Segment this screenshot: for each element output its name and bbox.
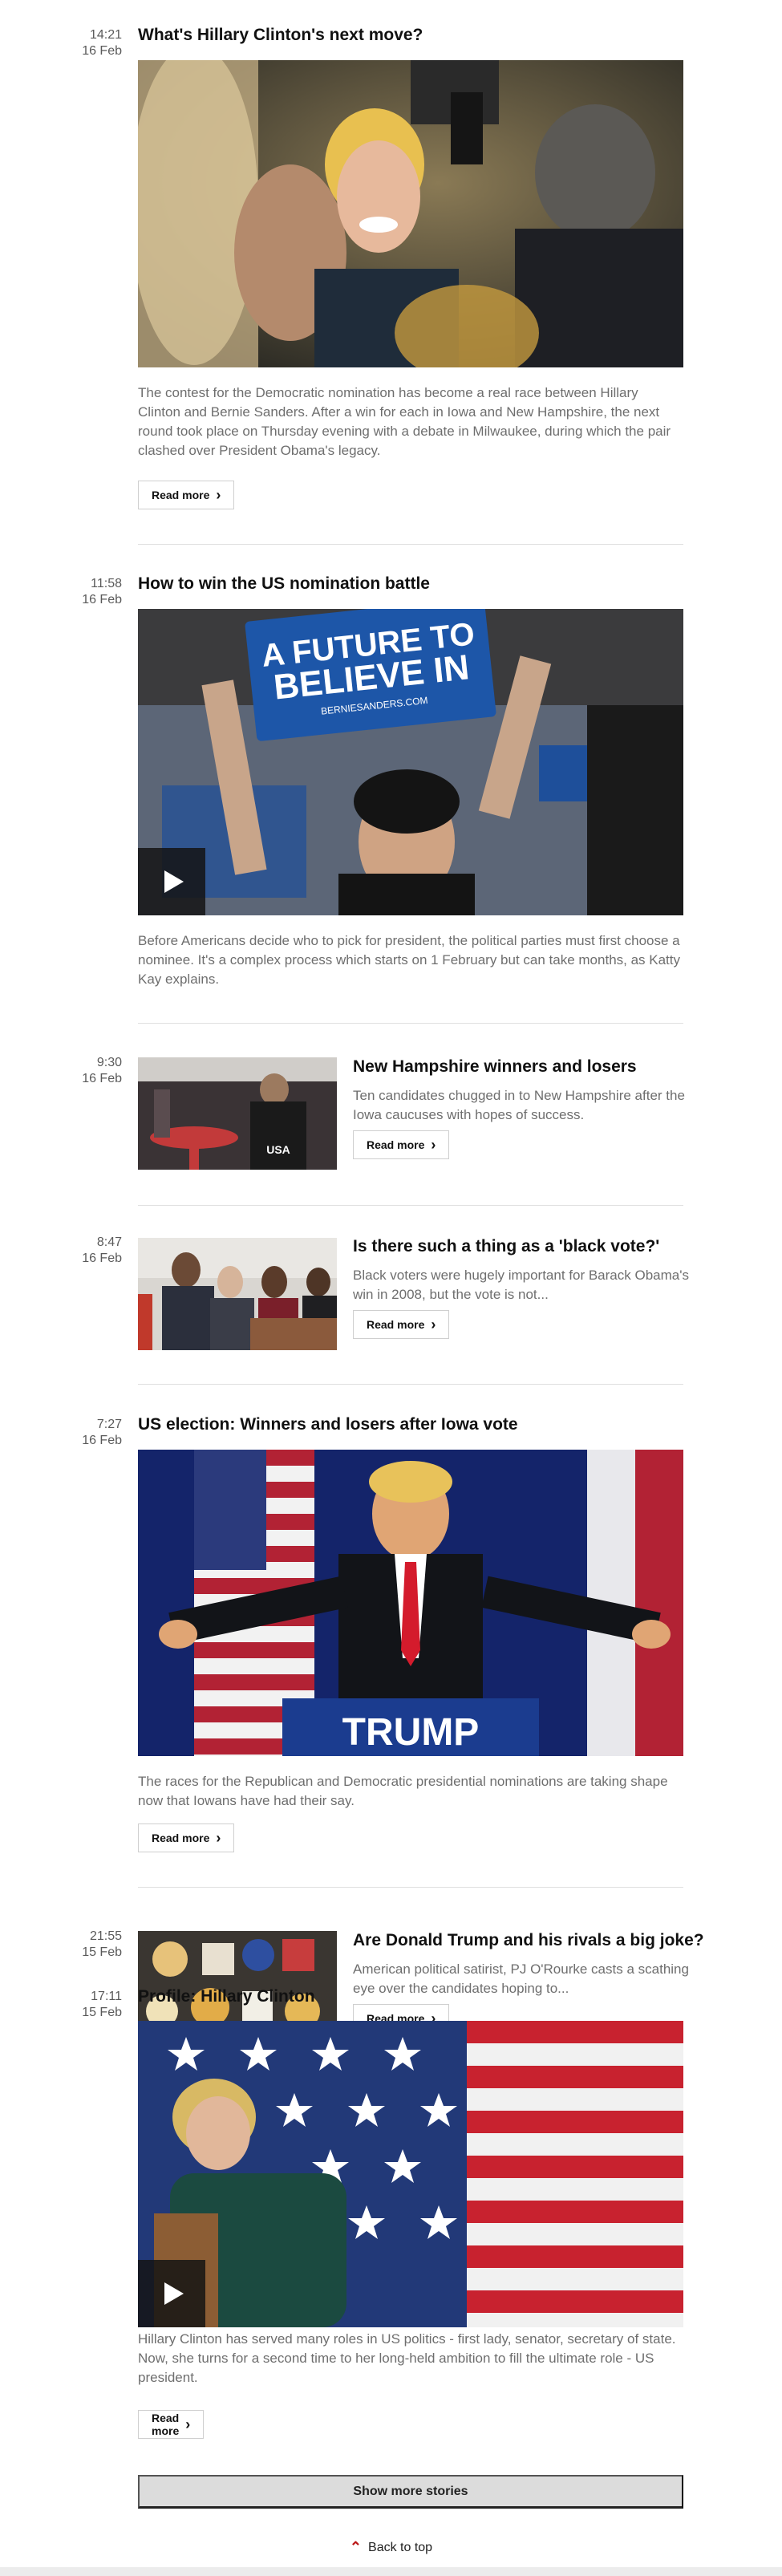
story-time: 7:27: [96, 1418, 122, 1431]
story-time: 21:55: [89, 1929, 122, 1943]
story-timestamp: 17:11 15 Feb: [0, 1989, 122, 2021]
story-divider: [138, 1023, 683, 1024]
story-timestamp: 21:55 15 Feb: [0, 1929, 122, 1961]
story-headline[interactable]: Profile: Hillary Clinton: [138, 1986, 315, 2007]
story-summary: Ten candidates chugged in to New Hampshi…: [353, 1088, 685, 1122]
back-to-top-link[interactable]: ⌃ Back to top: [0, 2539, 782, 2556]
story-summary: Hillary Clinton has served many roles in…: [138, 2331, 676, 2385]
play-icon[interactable]: [138, 848, 205, 915]
story-summary: Black voters were hugely important for B…: [353, 1268, 689, 1302]
story-divider: [138, 1887, 683, 1888]
chevron-right-icon: ›: [431, 1137, 436, 1153]
story-thumbnail[interactable]: [138, 1238, 337, 1350]
story-headline[interactable]: US election: Winners and losers after Io…: [138, 1414, 518, 1435]
read-more-label: Read more: [152, 489, 210, 501]
back-to-top-label: Back to top: [368, 2540, 433, 2554]
story-date: 15 Feb: [82, 1945, 122, 1959]
story-headline[interactable]: New Hampshire winners and losers: [353, 1057, 637, 1077]
read-more-button[interactable]: Read more ›: [353, 1130, 450, 1159]
story-timestamp: 7:27 16 Feb: [0, 1417, 122, 1449]
read-more-label: Read more: [152, 1832, 210, 1844]
chevron-right-icon: ›: [185, 2416, 191, 2432]
read-more-button[interactable]: Read more ›: [353, 1310, 450, 1339]
read-more-label: Read more: [367, 1318, 425, 1331]
story-timestamp: 9:30 16 Feb: [0, 1055, 122, 1087]
story-video[interactable]: [138, 2021, 683, 2327]
story-date: 16 Feb: [82, 44, 122, 58]
chevron-right-icon: ›: [216, 487, 221, 503]
jacket-text: USA: [266, 1143, 290, 1156]
play-icon[interactable]: [138, 2260, 205, 2327]
story-video[interactable]: A FUTURE TO BELIEVE IN BERNIESANDERS.COM: [138, 609, 683, 915]
podium-text: TRUMP: [342, 1711, 480, 1754]
read-more-button[interactable]: Read more ›: [138, 481, 235, 509]
read-more-button[interactable]: Read more ›: [138, 1823, 235, 1852]
arrow-up-icon: ⌃: [349, 2539, 363, 2555]
story-headline[interactable]: Is there such a thing as a 'black vote?': [353, 1236, 659, 1257]
story-summary: Before Americans decide who to pick for …: [138, 933, 681, 987]
read-more-label: Read more: [367, 1138, 425, 1151]
story-timestamp: 8:47 16 Feb: [0, 1235, 122, 1267]
story-headline[interactable]: What's Hillary Clinton's next move?: [138, 25, 423, 46]
story-date: 16 Feb: [82, 1251, 122, 1265]
story-divider: [138, 1384, 683, 1385]
story-divider: [138, 544, 683, 545]
story-time: 14:21: [89, 28, 122, 42]
story-time: 17:11: [91, 1990, 122, 2003]
story-time: 11:58: [91, 577, 122, 590]
story-time: 8:47: [96, 1235, 122, 1249]
story-summary: The races for the Republican and Democra…: [138, 1774, 668, 1808]
story-divider: [138, 1205, 683, 1206]
story-date: 15 Feb: [82, 2006, 122, 2019]
read-more-button[interactable]: Read more ›: [138, 2410, 205, 2439]
chevron-right-icon: ›: [216, 1830, 221, 1846]
show-more-button[interactable]: Show more stories: [138, 2475, 683, 2509]
story-date: 16 Feb: [82, 1434, 122, 1447]
story-summary: American political satirist, PJ O'Rourke…: [353, 1961, 689, 1996]
story-image[interactable]: TRUMP: [138, 1450, 683, 1756]
story-headline[interactable]: How to win the US nomination battle: [138, 574, 430, 594]
story-date: 16 Feb: [82, 1072, 122, 1085]
show-more-label: Show more stories: [353, 2484, 468, 2498]
story-image[interactable]: [138, 60, 683, 367]
footer-bar: [0, 2567, 782, 2576]
story-timestamp: 11:58 16 Feb: [0, 576, 122, 608]
story-headline[interactable]: Are Donald Trump and his rivals a big jo…: [353, 1930, 704, 1951]
read-more-label: Read more: [152, 2412, 180, 2437]
story-timestamp: 14:21 16 Feb: [0, 27, 122, 59]
story-date: 16 Feb: [82, 593, 122, 606]
story-summary: The contest for the Democratic nominatio…: [138, 385, 671, 458]
chevron-right-icon: ›: [431, 1316, 436, 1333]
story-thumbnail[interactable]: USA: [138, 1057, 337, 1170]
story-time: 9:30: [96, 1056, 122, 1069]
